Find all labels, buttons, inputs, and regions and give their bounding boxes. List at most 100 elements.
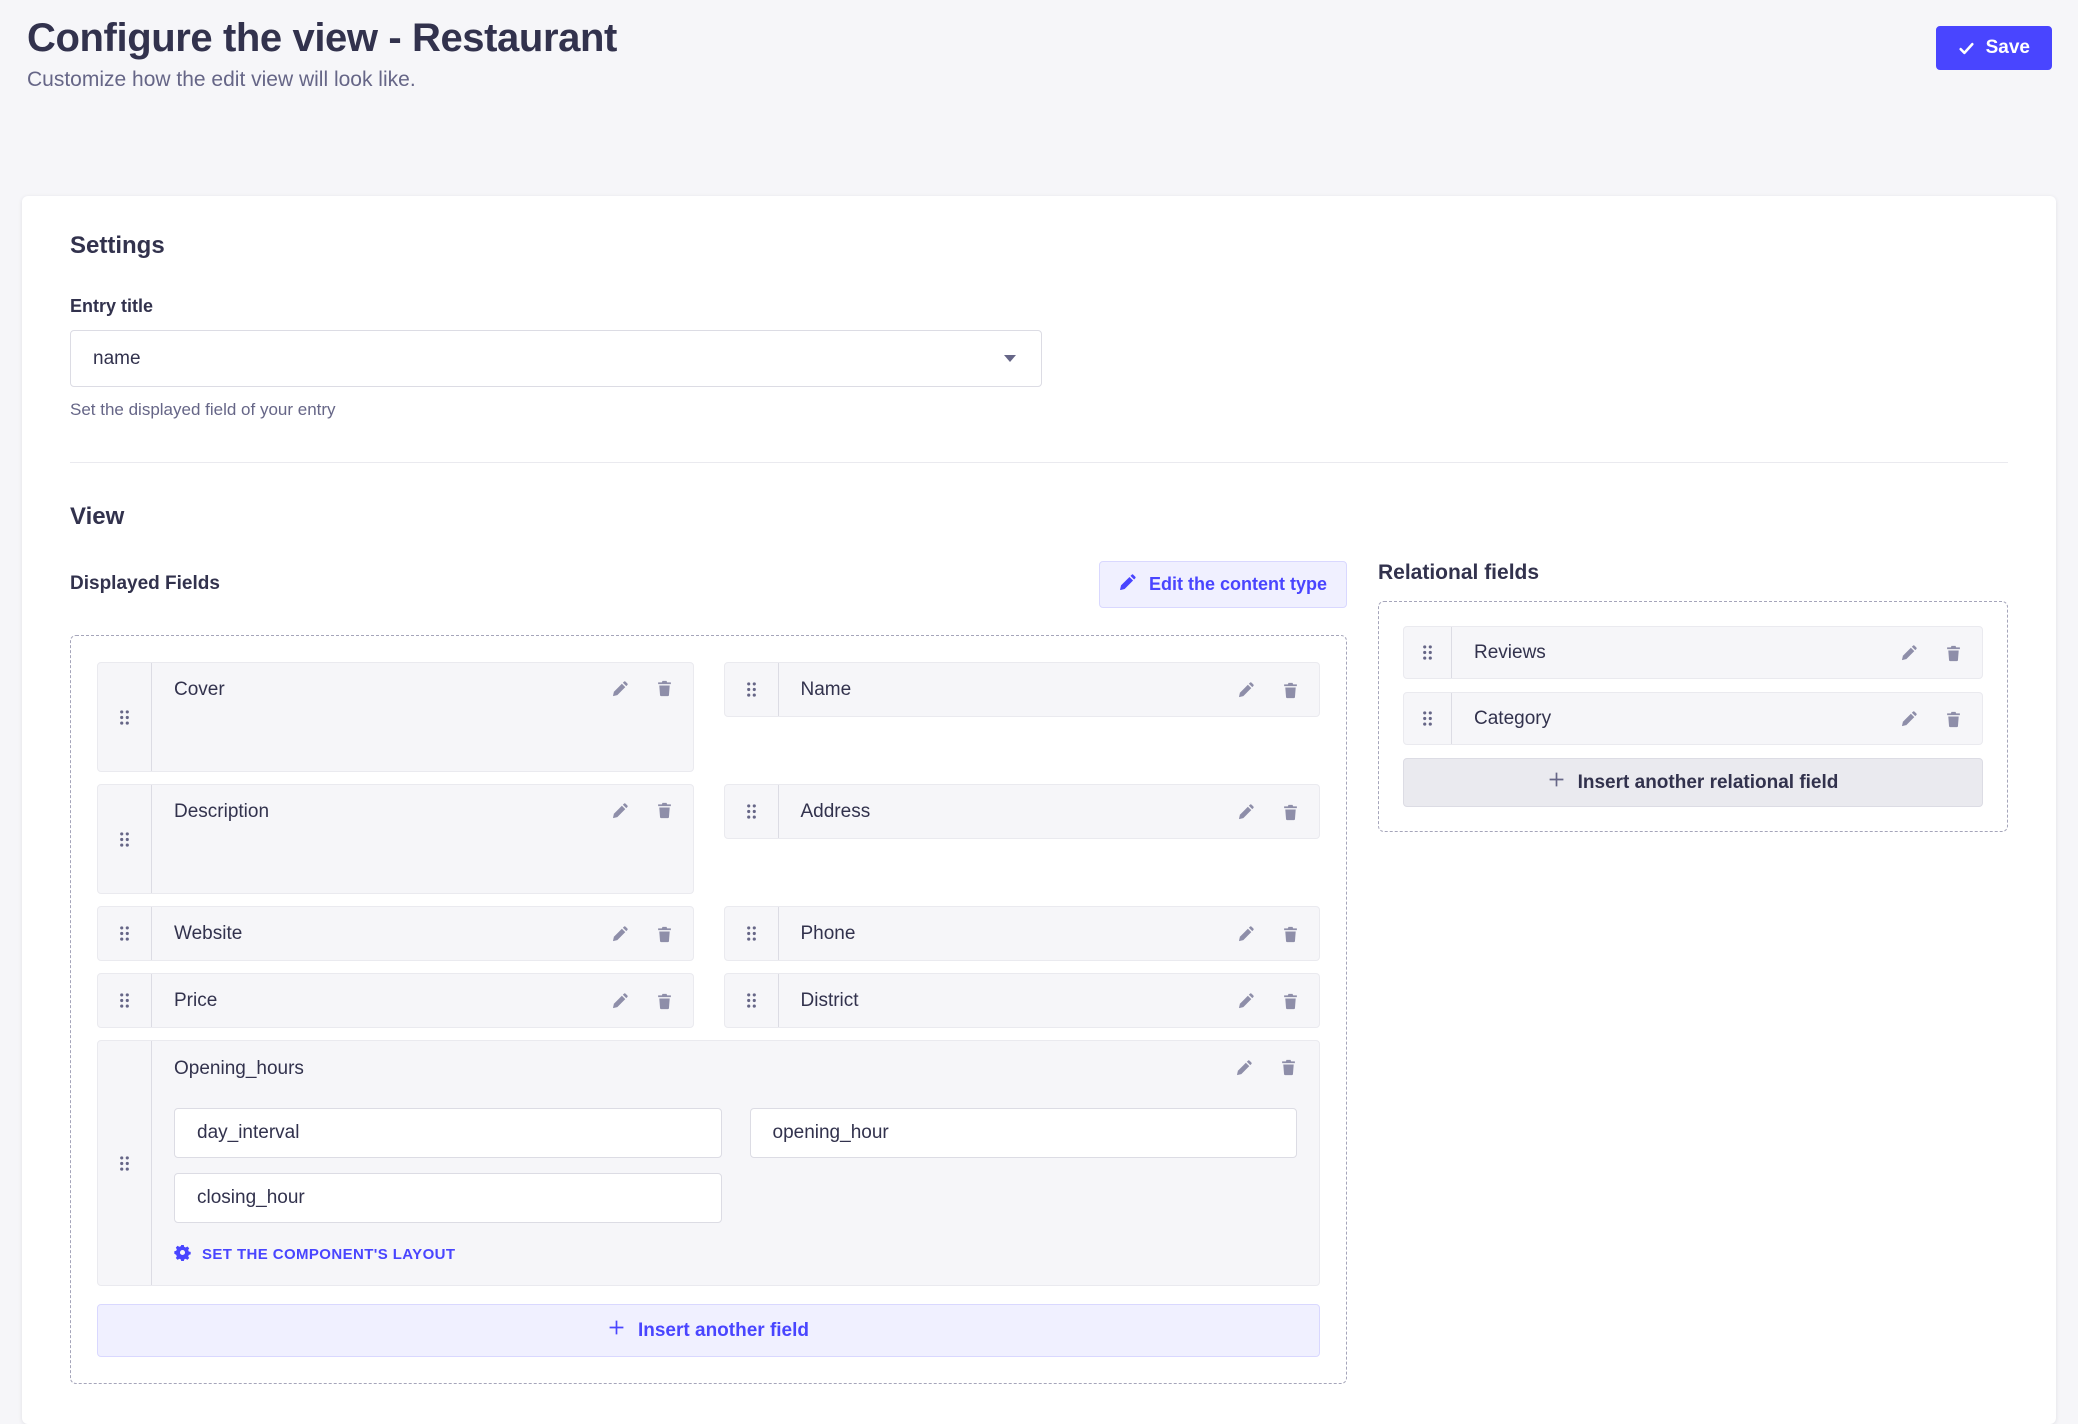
subfield-day-interval[interactable]: day_interval xyxy=(174,1108,722,1158)
edit-field-icon[interactable] xyxy=(612,925,629,942)
entry-title-label: Entry title xyxy=(70,296,2008,317)
settings-section-title: Settings xyxy=(70,232,2008,260)
field-card-body: District xyxy=(779,974,1320,1027)
gear-icon xyxy=(174,1244,191,1265)
view-columns: Displayed Fields Edit the content type xyxy=(70,561,2008,1384)
edit-field-icon[interactable] xyxy=(1236,1059,1253,1076)
field-label: Cover xyxy=(174,679,612,701)
delete-field-icon[interactable] xyxy=(656,992,673,1010)
field-label: Website xyxy=(174,923,612,945)
plus-icon xyxy=(608,1319,625,1342)
page-subtitle: Customize how the edit view will look li… xyxy=(27,68,617,92)
subfield-closing-hour[interactable]: closing_hour xyxy=(174,1173,722,1223)
field-card-body: Website xyxy=(152,907,693,960)
drag-handle[interactable] xyxy=(725,907,779,960)
field-card-body: Phone xyxy=(779,907,1320,960)
delete-field-icon[interactable] xyxy=(656,925,673,943)
field-card-body: Category xyxy=(1452,693,1982,744)
delete-field-icon[interactable] xyxy=(656,679,673,697)
field-card-cover[interactable]: Cover xyxy=(97,662,694,772)
drag-handle[interactable] xyxy=(98,907,152,960)
relational-card-category[interactable]: Category xyxy=(1403,692,1983,745)
component-body: Opening_hours day_interval opening_hour … xyxy=(152,1041,1319,1285)
set-component-layout-link[interactable]: SET THE COMPONENT'S LAYOUT xyxy=(174,1244,455,1265)
field-label: Description xyxy=(174,801,612,823)
edit-field-icon[interactable] xyxy=(1901,710,1918,727)
field-card-opening-hours[interactable]: Opening_hours day_interval opening_hour … xyxy=(97,1040,1320,1286)
drag-handle[interactable] xyxy=(98,663,152,771)
relational-card-reviews[interactable]: Reviews xyxy=(1403,626,1983,679)
edit-field-icon[interactable] xyxy=(1238,925,1255,942)
relational-field-label: Reviews xyxy=(1474,642,1901,664)
displayed-fields-label: Displayed Fields xyxy=(70,573,220,595)
field-card-body: Description xyxy=(152,785,693,893)
drag-handle[interactable] xyxy=(725,785,779,838)
displayed-fields-dropzone: Cover Name xyxy=(70,635,1347,1384)
field-card-address[interactable]: Address xyxy=(724,784,1321,839)
delete-field-icon[interactable] xyxy=(1282,925,1299,943)
delete-field-icon[interactable] xyxy=(1280,1058,1297,1076)
component-label: Opening_hours xyxy=(174,1058,1236,1080)
configure-view-card: Settings Entry title name Set the displa… xyxy=(22,196,2056,1424)
section-divider xyxy=(70,462,2008,463)
drag-handle[interactable] xyxy=(1404,693,1452,744)
drag-handle[interactable] xyxy=(1404,627,1452,678)
relational-fields-title: Relational fields xyxy=(1378,561,2008,585)
view-section-title: View xyxy=(70,503,2008,531)
field-card-body: Cover xyxy=(152,663,693,771)
component-subfields: day_interval opening_hour closing_hour xyxy=(174,1108,1297,1223)
drag-handle[interactable] xyxy=(98,785,152,893)
field-card-body: Price xyxy=(152,974,693,1027)
edit-field-icon[interactable] xyxy=(1238,992,1255,1009)
page-header: Configure the view - Restaurant Customiz… xyxy=(0,0,2078,92)
edit-field-icon[interactable] xyxy=(612,680,629,697)
component-header: Opening_hours xyxy=(174,1058,1297,1080)
edit-field-icon[interactable] xyxy=(1238,681,1255,698)
subfield-opening-hour[interactable]: opening_hour xyxy=(750,1108,1298,1158)
field-card-name[interactable]: Name xyxy=(724,662,1321,717)
relational-fields-dropzone: Reviews Category xyxy=(1378,601,2008,832)
field-label: Phone xyxy=(801,923,1239,945)
field-card-phone[interactable]: Phone xyxy=(724,906,1321,961)
insert-relational-field-button[interactable]: Insert another relational field xyxy=(1403,758,1983,807)
edit-field-icon[interactable] xyxy=(612,992,629,1009)
fields-grid: Cover Name xyxy=(97,662,1320,1286)
relational-fields-column: Relational fields Reviews xyxy=(1378,561,2008,832)
delete-field-icon[interactable] xyxy=(656,801,673,819)
insert-another-field-button[interactable]: Insert another field xyxy=(97,1304,1320,1357)
delete-field-icon[interactable] xyxy=(1945,644,1962,662)
field-label: District xyxy=(801,990,1239,1012)
save-button[interactable]: Save xyxy=(1936,26,2052,70)
field-card-body: Reviews xyxy=(1452,627,1982,678)
chevron-down-icon xyxy=(1004,355,1016,362)
displayed-fields-column: Displayed Fields Edit the content type xyxy=(70,561,1347,1384)
insert-relational-field-label: Insert another relational field xyxy=(1578,772,1839,794)
field-card-district[interactable]: District xyxy=(724,973,1321,1028)
drag-handle[interactable] xyxy=(725,663,779,716)
field-card-body: Address xyxy=(779,785,1320,838)
field-card-description[interactable]: Description xyxy=(97,784,694,894)
delete-field-icon[interactable] xyxy=(1282,992,1299,1010)
field-card-website[interactable]: Website xyxy=(97,906,694,961)
delete-field-icon[interactable] xyxy=(1282,803,1299,821)
entry-title-hint: Set the displayed field of your entry xyxy=(70,400,2008,420)
drag-handle[interactable] xyxy=(98,974,152,1027)
insert-another-field-label: Insert another field xyxy=(638,1320,809,1342)
edit-field-icon[interactable] xyxy=(612,802,629,819)
edit-content-type-button[interactable]: Edit the content type xyxy=(1099,561,1347,608)
field-card-price[interactable]: Price xyxy=(97,973,694,1028)
check-icon xyxy=(1958,40,1975,57)
drag-handle[interactable] xyxy=(98,1041,152,1285)
delete-field-icon[interactable] xyxy=(1282,681,1299,699)
relational-field-label: Category xyxy=(1474,708,1901,730)
delete-field-icon[interactable] xyxy=(1945,710,1962,728)
page-header-text: Configure the view - Restaurant Customiz… xyxy=(27,16,617,92)
field-label: Address xyxy=(801,801,1239,823)
pencil-icon xyxy=(1119,573,1137,596)
entry-title-select[interactable]: name xyxy=(70,330,1042,387)
edit-field-icon[interactable] xyxy=(1901,644,1918,661)
page-title: Configure the view - Restaurant xyxy=(27,16,617,61)
save-button-label: Save xyxy=(1986,37,2030,59)
drag-handle[interactable] xyxy=(725,974,779,1027)
edit-field-icon[interactable] xyxy=(1238,803,1255,820)
